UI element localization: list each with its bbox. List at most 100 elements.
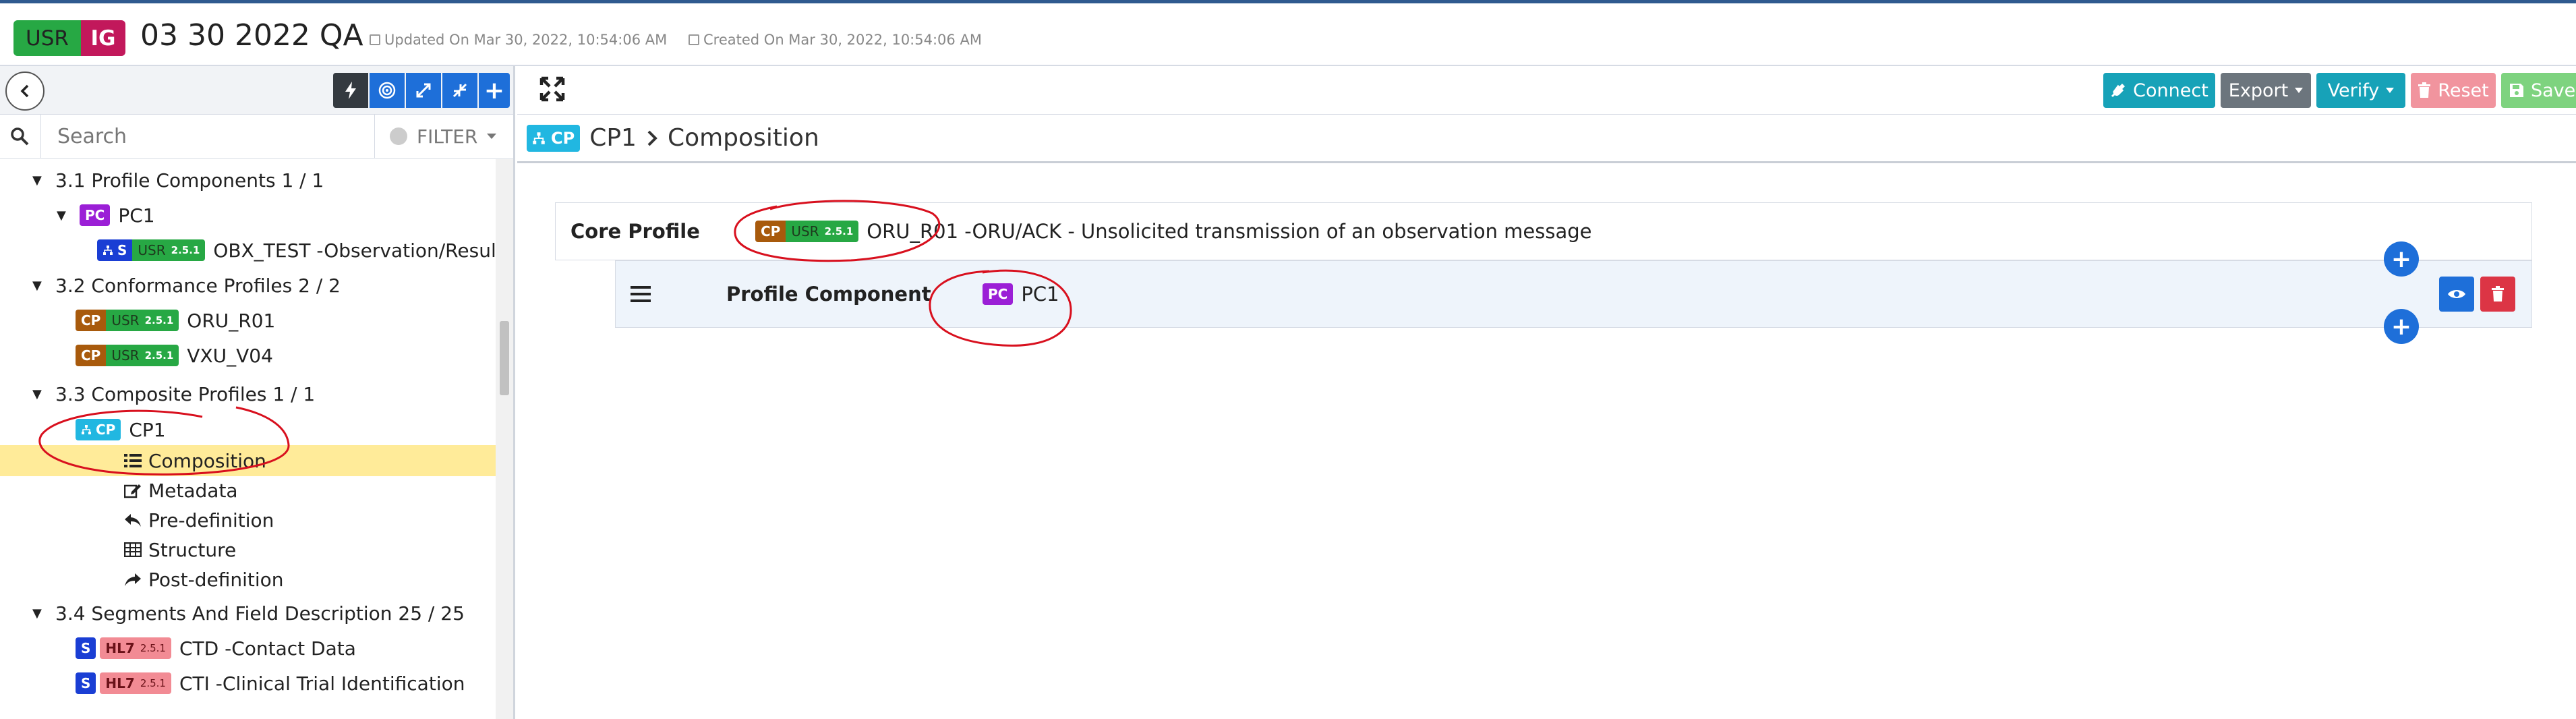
pc-badge: PC [80,204,111,226]
navigation-tree: ▼ 3.1 Profile Components 1 / 1 ▼ PC PC1 … [0,159,496,719]
item-label: Pre-definition [148,509,274,531]
plug-icon [2111,83,2126,98]
cp-badge: CP [755,221,786,242]
add-button[interactable]: + [479,73,510,108]
chevron-left-icon [20,84,29,98]
section-label: 3.2 Conformance Profiles 2 / 2 [55,274,341,297]
cp-badge: CP [76,310,107,331]
search-input[interactable] [40,115,372,158]
created-meta: Created On Mar 30, 2022, 10:54:06 AM [689,32,982,48]
profile-component-name[interactable]: PC1 [1021,283,1059,306]
section-label: 3.3 Composite Profiles 1 / 1 [55,382,316,405]
tree-item-cp1[interactable]: CP CP1 [0,414,496,445]
connect-button[interactable]: Connect [2103,73,2215,108]
table-icon [124,542,142,557]
tree-item-obx-test[interactable]: S USR 2.5.1 OBX_TEST -Observation/Result [0,235,496,266]
expand-all-button[interactable] [406,73,441,108]
reset-button[interactable]: Reset [2411,73,2496,108]
breadcrumb: CP CP1 Composition [517,115,2576,163]
trash-icon [2492,286,2504,301]
drag-handle-icon[interactable] [631,286,651,302]
item-label: Composition [148,449,266,472]
tree-section-composite-profiles[interactable]: ▼ 3.3 Composite Profiles 1 / 1 [0,378,496,409]
profile-component-label: Profile Component [726,283,931,306]
tree-item-ctd[interactable]: S HL7 2.5.1 CTD -Contact Data [0,633,496,664]
add-below-button[interactable]: + [2384,309,2419,344]
tree-item-cti[interactable]: S HL7 2.5.1 CTI -Clinical Trial Identific… [0,668,496,699]
caret-down-icon[interactable]: ▼ [32,279,49,293]
hierarchy-icon [533,132,545,144]
hl7-version-badge: HL7 2.5.1 [100,637,171,659]
caret-down-icon[interactable]: ▼ [32,606,49,621]
composite-profile-badge: CP [527,124,581,152]
caret-down-icon[interactable]: ▼ [32,387,49,401]
export-dropdown-button[interactable]: Export [2221,73,2311,108]
reply-icon [125,514,141,527]
ig-badge: IG [81,20,125,56]
filter-label: FILTER [417,125,478,148]
filter-dropdown[interactable]: FILTER [374,115,513,158]
caret-down-icon [2386,88,2395,93]
segment-badge: S [97,239,133,261]
fullscreen-icon[interactable] [539,76,566,103]
tree-item-metadata[interactable]: Metadata [0,475,496,506]
tree-item-pc1[interactable]: ▼ PC PC1 [0,200,496,231]
hl7-version-badge: HL7 2.5.1 [100,672,171,694]
tree-item-structure[interactable]: Structure [0,534,496,565]
tree-section-conformance-profiles[interactable]: ▼ 3.2 Conformance Profiles 2 / 2 [0,270,496,301]
tree-item-composition[interactable]: Composition [0,445,496,476]
breadcrumb-profile[interactable]: CP1 [589,124,637,152]
updated-meta: Updated On Mar 30, 2022, 10:54:06 AM [370,32,667,48]
profile-component-row: Profile Component PC PC1 [615,260,2532,328]
target-icon [378,82,396,99]
filter-status-dot [390,127,407,145]
core-profile-label: Core Profile [570,220,700,243]
core-profile-description[interactable]: ORU_R01 -ORU/ACK - Unsolicited transmiss… [867,220,1591,243]
floppy-disk-icon [2510,84,2523,97]
tree-item-oru-r01[interactable]: CP USR 2.5.1 ORU_R01 [0,305,496,336]
updated-text: Updated On Mar 30, 2022, 10:54:06 AM [384,32,668,48]
view-component-button[interactable] [2439,277,2474,312]
tree-item-vxu-v04[interactable]: CP USR 2.5.1 VXU_V04 [0,340,496,371]
add-above-button[interactable]: + [2384,241,2419,277]
item-label: Structure [148,538,237,561]
item-label: Metadata [148,479,238,502]
composite-profile-badge: CP [76,419,121,440]
app-header: USR IG 03 30 2022 QA Updated On Mar 30, … [0,3,2576,66]
tree-section-profile-components[interactable]: ▼ 3.1 Profile Components 1 / 1 [0,165,496,196]
tree-section-segments[interactable]: ▼ 3.4 Segments And Field Description 25 … [0,598,496,629]
item-label: CTI -Clinical Trial Identification [179,672,465,695]
collapse-all-button[interactable] [442,73,477,108]
main-toolbar: Connect Export Verify Reset Save [517,66,2576,115]
expand-arrows-icon [416,83,431,98]
tree-scrollbar[interactable] [496,159,513,719]
item-label: PC1 [118,204,155,227]
lightning-button[interactable] [333,73,368,108]
compress-arrows-icon [452,83,467,98]
segment-badge: S [76,672,96,694]
save-button[interactable]: Save [2501,73,2576,108]
verify-dropdown-button[interactable]: Verify [2316,73,2405,108]
item-label: VXU_V04 [187,344,273,367]
scrollbar-thumb[interactable] [500,321,509,395]
share-icon [125,573,141,586]
item-label: CTD -Contact Data [179,637,356,660]
plus-icon: + [2391,245,2412,273]
eye-icon [2448,290,2465,298]
caret-down-icon [2295,88,2304,93]
caret-down-icon[interactable]: ▼ [57,208,73,223]
plus-icon: + [2391,312,2412,341]
segment-badge: S [76,637,96,659]
hierarchy-icon [103,246,113,255]
item-label: OBX_TEST -Observation/Result [213,239,496,262]
item-label: Post-definition [148,568,284,591]
collapse-sidebar-button[interactable] [5,71,45,111]
sidebar-toolbar: + [0,66,513,115]
chevron-right-icon [647,130,657,146]
tree-item-pre-definition[interactable]: Pre-definition [0,505,496,536]
tree-item-post-definition[interactable]: Post-definition [0,564,496,595]
caret-down-icon[interactable]: ▼ [32,173,49,188]
target-button[interactable] [370,73,405,108]
tree-row-partial [0,159,496,165]
delete-component-button[interactable] [2480,277,2515,312]
